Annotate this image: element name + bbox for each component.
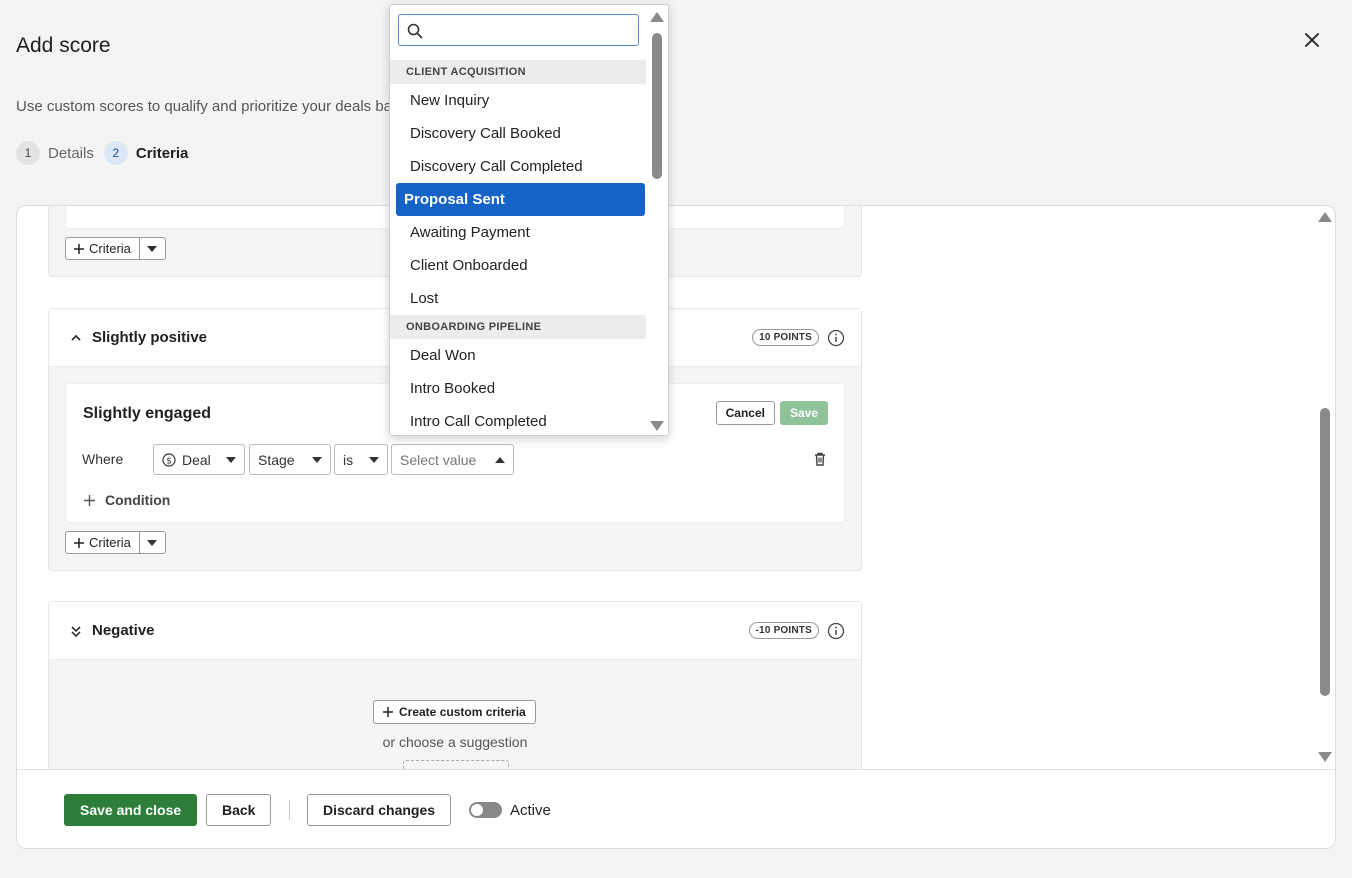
step-1-label[interactable]: Details: [48, 145, 94, 162]
scrollbar-thumb[interactable]: [1320, 408, 1330, 696]
suggestion-chip[interactable]: [403, 760, 509, 769]
criteria-scroll-area: Criteria Slightly positive 10 POINTS Sli…: [17, 206, 1335, 769]
search-icon: [407, 23, 423, 39]
section-name: Slightly positive: [92, 329, 208, 346]
step-2-label: Criteria: [135, 144, 189, 162]
dropdown-option[interactable]: Lost: [396, 282, 645, 315]
dropdown-group-header: ONBOARDING PIPELINE: [390, 315, 646, 339]
info-icon[interactable]: [827, 622, 845, 640]
criteria-card: Criteria Slightly positive 10 POINTS Sli…: [16, 205, 1336, 849]
create-custom-criteria-button[interactable]: Create custom criteria: [373, 700, 536, 724]
operator-select-value: is: [343, 451, 354, 468]
scroll-up-icon[interactable]: [1318, 212, 1332, 222]
plus-icon: [74, 537, 84, 548]
modal-title: Add score: [16, 34, 111, 57]
dropdown-option[interactable]: Intro Booked: [396, 372, 645, 405]
caret-down-icon: [147, 539, 158, 546]
footer-divider: [289, 800, 290, 820]
suggestion-hint: or choose a suggestion: [382, 734, 528, 750]
caret-up-icon: [495, 456, 505, 463]
scroll-up-icon[interactable]: [650, 12, 664, 22]
add-condition-label: Condition: [105, 492, 171, 508]
field-select[interactable]: Stage: [249, 444, 331, 475]
discard-changes-button[interactable]: Discard changes: [307, 794, 452, 826]
add-condition-button[interactable]: Condition: [84, 492, 170, 508]
dropdown-option[interactable]: Discovery Call Completed: [396, 150, 645, 183]
dropdown-search: [398, 14, 639, 46]
chevron-up-icon: [69, 331, 83, 345]
modal-description: Use custom scores to qualify and priorit…: [16, 98, 393, 115]
svg-text:$: $: [166, 456, 172, 466]
dollar-circle-icon: $: [162, 452, 176, 467]
plus-icon: [383, 707, 393, 717]
active-toggle[interactable]: [469, 802, 502, 818]
operator-select[interactable]: is: [334, 444, 388, 475]
plus-icon: [84, 494, 95, 506]
close-button[interactable]: [1300, 28, 1324, 52]
criteria-dropdown-button[interactable]: [140, 238, 165, 259]
create-custom-criteria-label: Create custom criteria: [399, 705, 526, 719]
info-icon[interactable]: [827, 329, 845, 347]
dropdown-options-list: CLIENT ACQUISITION New Inquiry Discovery C…: [390, 60, 648, 435]
dropdown-scrollbar[interactable]: [648, 5, 668, 435]
add-criteria-label: Criteria: [89, 241, 131, 256]
dropdown-option[interactable]: Deal Won: [396, 339, 645, 372]
add-criteria-button[interactable]: Criteria: [66, 238, 140, 259]
dropdown-option[interactable]: Intro Call Completed: [396, 405, 645, 435]
caret-down-icon: [312, 456, 322, 463]
save-button[interactable]: Save: [779, 401, 828, 425]
step-2-number: 2: [103, 141, 128, 165]
criteria-title: Slightly engaged: [83, 405, 212, 422]
dropdown-scrollbar-thumb[interactable]: [652, 33, 662, 179]
cancel-button[interactable]: Cancel: [715, 401, 775, 425]
chevrons-down-icon: [69, 624, 83, 638]
back-button[interactable]: Back: [206, 794, 272, 826]
dropdown-search-input[interactable]: [429, 19, 629, 41]
caret-down-icon: [369, 456, 379, 463]
add-criteria-label: Criteria: [89, 535, 131, 550]
section-header-negative[interactable]: Negative -10 POINTS: [49, 602, 861, 660]
modal-footer: Save and close Back Discard changes Acti…: [17, 769, 1335, 848]
dropdown-option[interactable]: New Inquiry: [396, 84, 645, 117]
negative-empty-state: Create custom criteria or choose a sugge…: [49, 660, 861, 769]
dropdown-group-header: CLIENT ACQUISITION: [390, 60, 646, 84]
value-select[interactable]: Select value: [391, 444, 514, 475]
dropdown-option[interactable]: Discovery Call Booked: [396, 117, 645, 150]
scroll-down-icon[interactable]: [1318, 752, 1332, 762]
add-criteria-button[interactable]: Criteria: [66, 532, 140, 553]
where-label: Where: [82, 451, 124, 467]
value-select-placeholder: Select value: [400, 451, 477, 468]
stage-value-dropdown: CLIENT ACQUISITION New Inquiry Discovery C…: [389, 4, 669, 436]
dropdown-option[interactable]: Proposal Sent: [396, 183, 645, 216]
trash-icon[interactable]: [812, 451, 828, 467]
object-select[interactable]: $ Deal: [153, 444, 245, 475]
section-name: Negative: [92, 622, 155, 639]
dropdown-option[interactable]: Client Onboarded: [396, 249, 645, 282]
close-icon: [1305, 33, 1319, 47]
points-badge: -10 POINTS: [748, 622, 819, 639]
section-negative: Negative -10 POINTS Create custom criter…: [48, 601, 862, 769]
plus-icon: [74, 243, 84, 254]
save-and-close-button[interactable]: Save and close: [64, 794, 198, 826]
stepper: 1 Details 2 Criteria: [16, 141, 188, 165]
dropdown-option[interactable]: Awaiting Payment: [396, 216, 645, 249]
active-label: Active: [510, 802, 551, 819]
caret-down-icon: [226, 456, 236, 463]
scroll-down-icon[interactable]: [650, 421, 664, 431]
add-criteria-split-button: Criteria: [65, 531, 166, 554]
step-1-number[interactable]: 1: [16, 141, 40, 165]
caret-down-icon: [147, 245, 158, 252]
add-criteria-split-button: Criteria: [65, 237, 166, 260]
object-select-value: Deal: [182, 451, 211, 468]
criteria-dropdown-button[interactable]: [140, 532, 165, 553]
vertical-scrollbar[interactable]: [1317, 206, 1333, 769]
points-badge: 10 POINTS: [752, 329, 819, 346]
field-select-value: Stage: [258, 451, 295, 468]
